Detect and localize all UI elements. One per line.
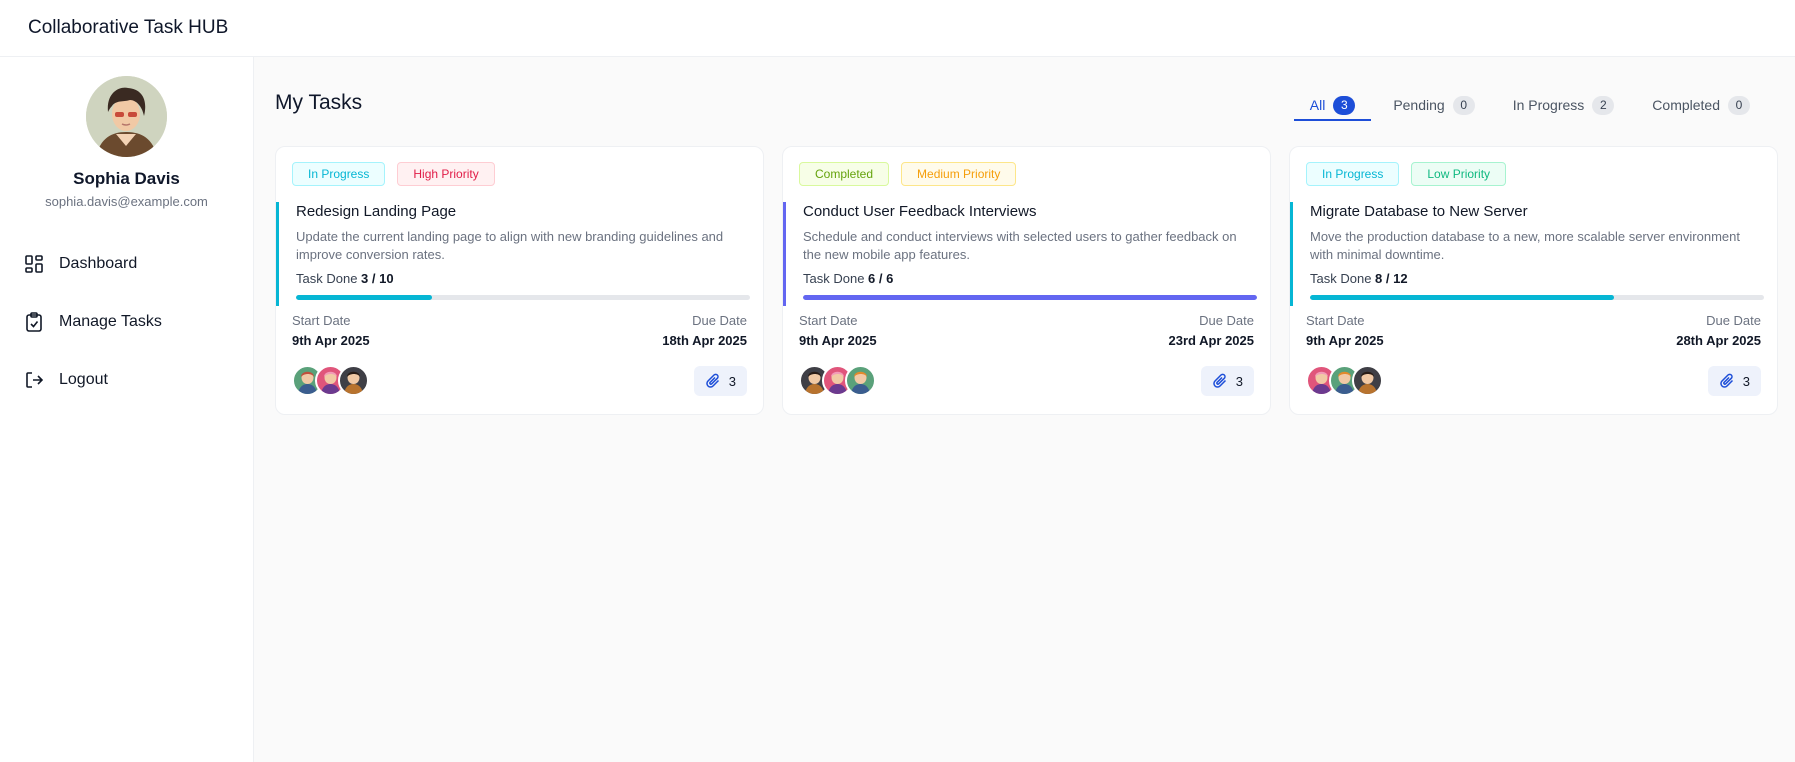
tab-in-progress[interactable]: In Progress 2 (1497, 91, 1631, 121)
progress-bar (296, 295, 750, 300)
due-date-label: Due Date (692, 313, 747, 328)
progress-fill (296, 295, 433, 300)
app-title: Collaborative Task HUB (28, 17, 229, 38)
assignee-avatars (1306, 365, 1383, 396)
avatar (1352, 365, 1383, 396)
task-done-label: Task Done (803, 271, 865, 286)
attachments-button[interactable]: 3 (1707, 366, 1761, 396)
progress-bar (803, 295, 1257, 300)
task-title: Migrate Database to New Server (1310, 203, 1528, 220)
tab-label: In Progress (1512, 97, 1585, 113)
attachments-button[interactable]: 3 (1200, 366, 1254, 396)
dashboard-icon (24, 254, 44, 274)
start-date: 9th Apr 2025 (292, 333, 370, 348)
attachments-count: 3 (1742, 373, 1750, 389)
task-done: Task Done 6 / 6 (803, 271, 893, 286)
task-done: Task Done 8 / 12 (1310, 271, 1408, 286)
user-email: sophia.davis@example.com (45, 194, 208, 209)
clipboard-check-icon (24, 312, 44, 332)
paperclip-icon (1212, 373, 1228, 389)
attachments-count: 3 (728, 373, 736, 389)
start-date: 9th Apr 2025 (799, 333, 877, 348)
paperclip-icon (1719, 373, 1735, 389)
start-date: 9th Apr 2025 (1306, 333, 1384, 348)
tab-count: 3 (1333, 95, 1356, 115)
task-done: Task Done 3 / 10 (296, 271, 394, 286)
avatar (86, 76, 167, 157)
sidebar-item-label: Logout (59, 371, 108, 388)
task-description: Move the production database to a new, m… (1310, 229, 1740, 262)
task-card[interactable]: Completed Medium Priority Conduct User F… (782, 146, 1271, 415)
sidebar-item-label: Manage Tasks (59, 313, 162, 330)
status-badge: In Progress (1306, 162, 1400, 186)
task-card[interactable]: In Progress High Priority Redesign Landi… (275, 146, 764, 415)
task-description: Schedule and conduct interviews with sel… (803, 229, 1237, 262)
tab-pending[interactable]: Pending 0 (1377, 91, 1490, 121)
priority-badge: Medium Priority (901, 162, 1017, 186)
task-done-label: Task Done (296, 271, 358, 286)
progress-bar (1310, 295, 1764, 300)
task-done-label: Task Done (1310, 271, 1372, 286)
task-title: Redesign Landing Page (296, 203, 457, 220)
tab-count: 2 (1592, 95, 1615, 115)
status-badge: In Progress (292, 162, 386, 186)
due-date: 18th Apr 2025 (662, 333, 747, 348)
status-badge: Completed (799, 162, 890, 186)
page-title: My Tasks (275, 91, 363, 114)
sidebar-item-manage-tasks[interactable]: Manage Tasks (0, 293, 253, 351)
task-description: Update the current landing page to align… (296, 229, 724, 262)
task-title: Conduct User Feedback Interviews (803, 203, 1037, 220)
attachments-count: 3 (1235, 373, 1243, 389)
task-done-count: 3 / 10 (361, 271, 394, 286)
avatar (845, 365, 876, 396)
top-bar: Collaborative Task HUB (0, 0, 1795, 57)
priority-badge: High Priority (397, 162, 495, 186)
progress-fill (803, 295, 1257, 300)
attachments-button[interactable]: 3 (693, 366, 747, 396)
sidebar-nav: Dashboard Manage Tasks Logout (0, 235, 253, 409)
sidebar-item-logout[interactable]: Logout (0, 351, 253, 409)
priority-badge: Low Priority (1411, 162, 1507, 186)
start-date-label: Start Date (292, 313, 351, 328)
avatar (338, 365, 369, 396)
tab-completed[interactable]: Completed 0 (1636, 91, 1766, 121)
logout-icon (24, 370, 44, 390)
paperclip-icon (705, 373, 721, 389)
start-date-label: Start Date (799, 313, 858, 328)
due-date: 28th Apr 2025 (1676, 333, 1761, 348)
tab-count: 0 (1728, 95, 1750, 115)
start-date-label: Start Date (1306, 313, 1365, 328)
tab-all[interactable]: All 3 (1293, 91, 1372, 121)
sidebar: Sophia Davis sophia.davis@example.com Da… (0, 57, 254, 762)
progress-fill (1310, 295, 1615, 300)
assignee-avatars (799, 365, 876, 396)
due-date: 23rd Apr 2025 (1168, 333, 1254, 348)
task-card[interactable]: In Progress Low Priority Migrate Databas… (1289, 146, 1778, 415)
user-name: Sophia Davis (73, 169, 180, 188)
status-tabs: All 3 Pending 0 In Progress 2 Completed … (1288, 91, 1766, 121)
tab-label: All (1309, 97, 1326, 113)
assignee-avatars (292, 365, 369, 396)
task-done-count: 6 / 6 (868, 271, 894, 286)
sidebar-item-label: Dashboard (59, 255, 138, 272)
due-date-label: Due Date (1706, 313, 1761, 328)
tab-count: 0 (1452, 95, 1475, 115)
main-content: My Tasks All 3 Pending 0 In Progress 2 C… (254, 57, 1795, 762)
tab-label: Pending (1393, 97, 1445, 113)
sidebar-item-dashboard[interactable]: Dashboard (0, 235, 253, 293)
profile-card: Sophia Davis sophia.davis@example.com (0, 57, 253, 209)
task-done-count: 8 / 12 (1375, 271, 1408, 286)
due-date-label: Due Date (1199, 313, 1254, 328)
tab-label: Completed (1652, 97, 1720, 113)
